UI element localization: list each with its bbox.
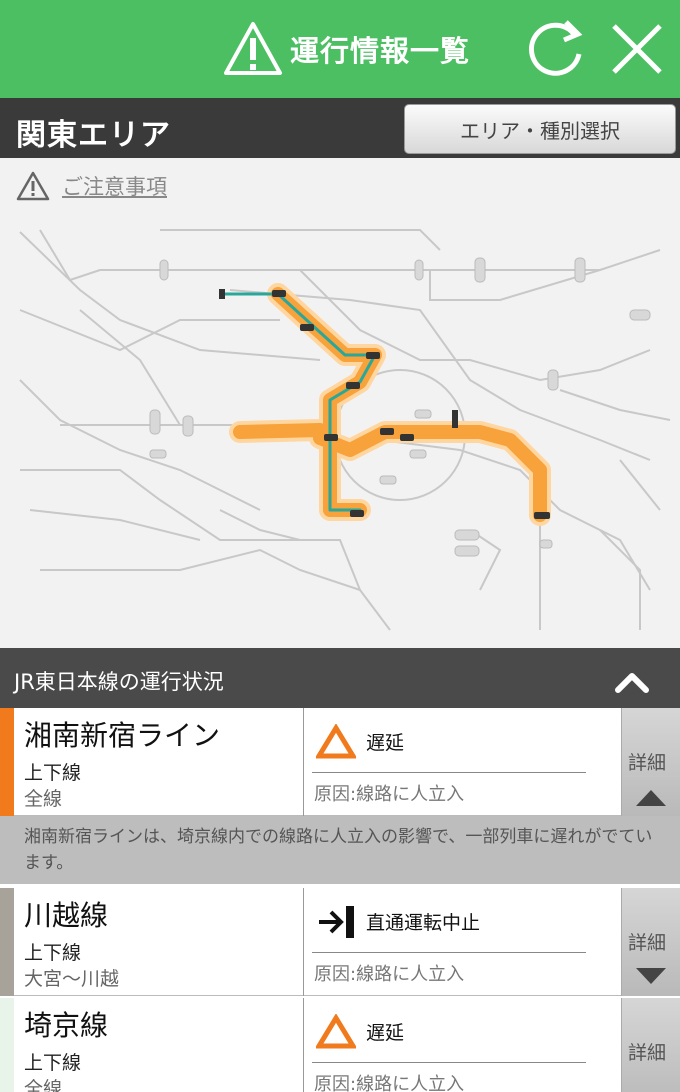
status-text: 遅延: [366, 1022, 405, 1044]
line-row[interactable]: 川越線 上下線 大宮〜川越 直通運転中止 原因:線路に人立入 詳細: [0, 888, 680, 996]
line-section: 全線: [24, 1078, 63, 1092]
through-service-stop-icon: [319, 906, 354, 938]
status-cell: 直通運転中止 原因:線路に人立入: [303, 888, 621, 996]
status-divider: [312, 1062, 586, 1063]
detail-button[interactable]: 詳細: [621, 998, 680, 1092]
line-color-stripe: [0, 708, 14, 816]
status-cause: 原因:線路に人立入: [314, 964, 465, 985]
detail-button[interactable]: 詳細: [621, 888, 680, 996]
line-section: 全線: [24, 788, 63, 810]
route-map[interactable]: [0, 210, 680, 648]
refresh-icon[interactable]: [522, 16, 588, 82]
line-direction: 上下線: [24, 1052, 82, 1074]
chevron-up-icon: [636, 790, 666, 806]
page-title: 運行情報一覧: [290, 34, 471, 68]
line-name: 湘南新宿ライン: [24, 719, 221, 752]
caution-icon: [16, 171, 50, 201]
status-cause: 原因:線路に人立入: [314, 1074, 465, 1092]
chevron-down-icon: [636, 968, 666, 984]
status-cause: 原因:線路に人立入: [314, 784, 465, 805]
area-title: 関東エリア: [16, 118, 171, 153]
area-select-button[interactable]: エリア・種別選択: [404, 104, 676, 154]
detail-label: 詳細: [628, 752, 667, 774]
line-direction: 上下線: [24, 942, 82, 964]
status-cell: 遅延 原因:線路に人立入: [303, 708, 621, 816]
status-cell: 遅延 原因:線路に人立入: [303, 998, 621, 1092]
detail-button[interactable]: 詳細: [621, 708, 680, 816]
status-divider: [312, 952, 586, 953]
detail-label: 詳細: [628, 1042, 667, 1064]
line-color-stripe: [0, 998, 14, 1092]
delay-triangle-icon: [316, 724, 356, 759]
section-header: JR東日本線の運行状況: [0, 648, 680, 708]
line-description: 湘南新宿ラインは、埼京線内での線路に人立入の影響で、一部列車に遅れがでています。: [0, 816, 680, 884]
line-row[interactable]: 埼京線 上下線 全線 遅延 原因:線路に人立入 詳細: [0, 998, 680, 1092]
delay-triangle-icon: [316, 1014, 356, 1049]
warning-icon: [224, 22, 282, 75]
status-text: 直通運転中止: [366, 912, 481, 934]
status-text: 遅延: [366, 732, 405, 754]
close-icon[interactable]: [606, 18, 668, 80]
notice-link-group[interactable]: ご注意事項: [16, 170, 167, 202]
line-name: 埼京線: [24, 1009, 109, 1042]
line-section: 大宮〜川越: [24, 968, 120, 990]
header-title-group: 運行情報一覧: [222, 20, 470, 78]
line-name: 川越線: [24, 899, 109, 932]
section-title: JR東日本線の運行状況: [14, 670, 224, 694]
line-direction: 上下線: [24, 762, 82, 784]
status-divider: [312, 772, 586, 773]
line-row[interactable]: 湘南新宿ライン 上下線 全線 遅延 原因:線路に人立入 詳細: [0, 708, 680, 816]
line-color-stripe: [0, 888, 14, 996]
chevron-up-icon[interactable]: [610, 664, 654, 698]
notice-link[interactable]: ご注意事項: [62, 171, 167, 201]
detail-label: 詳細: [628, 932, 667, 954]
app-header: 運行情報一覧: [0, 0, 680, 98]
